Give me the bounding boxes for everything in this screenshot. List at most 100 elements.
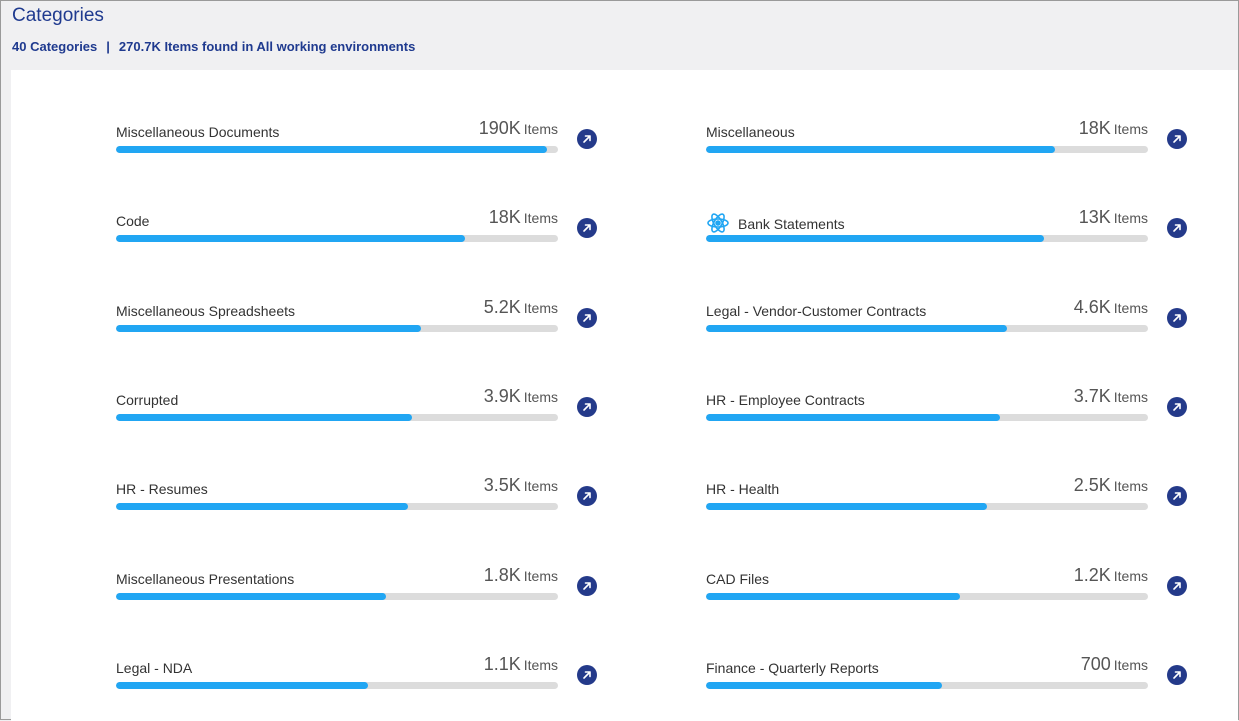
category-count: 700 Items	[1081, 654, 1148, 675]
category-count: 5.2K Items	[484, 297, 558, 318]
category-name: Miscellaneous	[706, 124, 795, 140]
arrow-up-right-icon	[1173, 492, 1181, 500]
category-name: Legal - Vendor-Customer Contracts	[706, 303, 927, 319]
progress-fill	[116, 325, 421, 332]
open-category-button[interactable]	[577, 576, 597, 596]
item-count-unit: Items	[523, 568, 558, 584]
category-label-row: HR - Health	[706, 481, 779, 497]
category-name: Finance - Quarterly Reports	[706, 660, 879, 676]
arrow-up-right-icon	[583, 582, 591, 590]
category-label-row: HR - Resumes	[116, 481, 208, 497]
open-category-button[interactable]	[577, 397, 597, 417]
page-title: Categories	[12, 5, 104, 26]
item-count-unit: Items	[1113, 657, 1148, 673]
progress-fill	[706, 593, 961, 600]
open-category-button[interactable]	[1167, 308, 1187, 328]
item-count-unit: Items	[523, 300, 558, 316]
open-category-button[interactable]	[577, 308, 597, 328]
item-count-unit: Items	[1113, 568, 1148, 584]
category-item: HR - Health 2.5K Items	[706, 475, 1188, 521]
open-category-button[interactable]	[1167, 218, 1187, 238]
category-label-row: Miscellaneous Documents	[116, 124, 279, 140]
item-count-value: 1.8K	[483, 565, 521, 585]
arrow-up-right-icon	[1173, 314, 1181, 322]
category-count: 3.7K Items	[1074, 386, 1148, 407]
item-count-value: 18K	[1078, 118, 1111, 138]
open-category-button[interactable]	[577, 129, 597, 149]
category-count: 3.9K Items	[484, 386, 558, 407]
open-category-button[interactable]	[577, 218, 597, 238]
item-count-value: 3.7K	[1073, 386, 1111, 406]
progress-fill	[116, 414, 413, 421]
atom-icon	[706, 211, 730, 235]
arrow-up-right-icon	[583, 403, 591, 411]
category-item: Code 18K Items	[116, 207, 598, 253]
category-label-row: Legal - NDA	[116, 660, 192, 676]
open-category-button[interactable]	[1167, 397, 1187, 417]
open-category-button[interactable]	[1167, 576, 1187, 596]
progress-fill	[706, 235, 1045, 242]
category-label-row: Bank Statements	[706, 213, 845, 235]
category-count: 40 Categories	[12, 39, 98, 54]
category-item: HR - Employee Contracts 3.7K Items	[706, 386, 1188, 432]
progress-track	[116, 325, 558, 332]
arrow-up-right-icon	[583, 671, 591, 679]
category-name: Corrupted	[116, 392, 179, 408]
category-item: HR - Resumes 3.5K Items	[116, 475, 598, 521]
category-count: 3.5K Items	[484, 475, 558, 496]
category-name: HR - Resumes	[116, 481, 208, 497]
progress-track	[706, 325, 1148, 332]
categories-panel: Miscellaneous Documents 190K Items Miscella…	[11, 70, 1238, 721]
arrow-up-right-icon	[1173, 671, 1181, 679]
open-category-button[interactable]	[1167, 486, 1187, 506]
category-label-row: Miscellaneous	[706, 124, 795, 140]
progress-fill	[116, 593, 386, 600]
item-count-value: 1.2K	[1073, 565, 1111, 585]
open-category-button[interactable]	[577, 665, 597, 685]
category-item: Bank Statements 13K Items	[706, 207, 1188, 253]
item-count-unit: Items	[1113, 478, 1148, 494]
page-header: Categories 40 Categories | 270.7K Items fo…	[1, 1, 1238, 70]
progress-track	[706, 593, 1148, 600]
progress-track	[706, 146, 1148, 153]
open-category-button[interactable]	[1167, 665, 1187, 685]
progress-fill	[116, 235, 466, 242]
open-category-button[interactable]	[577, 486, 597, 506]
category-item: Miscellaneous Documents 190K Items	[116, 118, 598, 164]
arrow-up-right-icon	[583, 314, 591, 322]
category-count: 18K Items	[1079, 118, 1148, 139]
progress-fill	[116, 682, 368, 689]
category-name: Miscellaneous Presentations	[116, 571, 295, 587]
arrow-up-right-icon	[583, 224, 591, 232]
progress-track	[706, 414, 1148, 421]
progress-track	[116, 682, 558, 689]
category-item: Legal - NDA 1.1K Items	[116, 654, 598, 700]
category-item: Legal - Vendor-Customer Contracts 4.6K Ite…	[706, 297, 1188, 343]
category-count: 2.5K Items	[1074, 475, 1148, 496]
category-label-row: Miscellaneous Spreadsheets	[116, 303, 295, 319]
item-count-unit: Items	[1113, 300, 1148, 316]
summary-separator: |	[106, 39, 110, 54]
category-item: CAD Files 1.2K Items	[706, 565, 1188, 611]
progress-fill	[706, 503, 987, 510]
item-count-value: 1.1K	[483, 654, 521, 674]
open-category-button[interactable]	[1167, 129, 1187, 149]
category-label-row: Corrupted	[116, 392, 178, 408]
category-label-row: Miscellaneous Presentations	[116, 571, 294, 587]
progress-fill	[706, 146, 1056, 153]
progress-track	[116, 235, 558, 242]
category-item: Miscellaneous Presentations 1.8K Items	[116, 565, 598, 611]
category-count: 1.8K Items	[484, 565, 558, 586]
category-item: Corrupted 3.9K Items	[116, 386, 598, 432]
progress-fill	[706, 325, 1007, 332]
category-name: HR - Employee Contracts	[706, 392, 865, 408]
items-found-summary: 270.7K Items found in All working enviro…	[118, 39, 416, 54]
category-label-row: Code	[116, 213, 149, 229]
category-label-row: Finance - Quarterly Reports	[706, 660, 879, 676]
item-count-unit: Items	[523, 389, 558, 405]
item-count-value: 2.5K	[1073, 475, 1111, 495]
progress-fill	[706, 682, 943, 689]
category-item: Miscellaneous Spreadsheets 5.2K Items	[116, 297, 598, 343]
category-name: HR - Health	[706, 481, 780, 497]
category-label-row: Legal - Vendor-Customer Contracts	[706, 303, 926, 319]
